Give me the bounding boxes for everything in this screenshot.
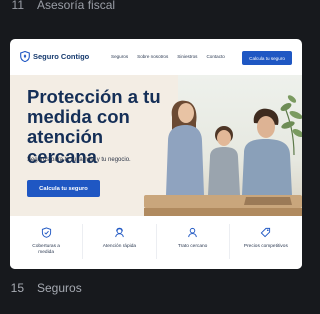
hero-title: Protección a tu medida con atención cerc…	[27, 86, 161, 167]
logo-text: Seguro Contigo	[33, 52, 90, 61]
hero-calcula-button[interactable]: Calcula tu seguro	[27, 180, 100, 197]
feature-coberturas[interactable]: Coberturas a medida	[10, 216, 82, 269]
feature-label: Atención rápida	[102, 244, 137, 249]
nav-link-contacto[interactable]: Contacto	[206, 54, 224, 59]
nav-link-sobre-nosotros[interactable]: Sobre nosotros	[137, 54, 168, 59]
hero-section: Protección a tu medida con atención cerc…	[10, 75, 302, 216]
nav-calcula-button[interactable]: Calcula tu seguro	[242, 51, 292, 65]
list-item-asesoria-fiscal[interactable]: 11 Asesoría fiscal	[0, 0, 313, 14]
feature-label: Precios competitivos	[243, 244, 288, 249]
feature-label: Trato cercano	[177, 244, 208, 249]
feature-precios[interactable]: Precios competitivos	[230, 216, 302, 269]
shield-check-icon	[41, 227, 51, 238]
feature-atencion[interactable]: Atención rápida	[83, 216, 155, 269]
headset-user-icon	[115, 227, 124, 238]
nav-link-seguros[interactable]: Seguros	[111, 54, 128, 59]
list-item-number: 15	[10, 281, 24, 295]
list-item-number: 11	[11, 0, 24, 12]
feature-label: Coberturas a medida	[32, 244, 60, 255]
site-logo[interactable]: Seguro Contigo	[20, 51, 89, 62]
feature-trato[interactable]: Trato cercano	[157, 216, 229, 269]
features-strip: Coberturas a medida Atención rápida Trat…	[10, 216, 302, 269]
hero-subtitle: Seguros para ti, tu familia y tu negocio…	[27, 157, 131, 163]
nav-links: Seguros Sobre nosotros Siniestros Contac…	[111, 54, 225, 59]
shield-logo-icon	[20, 51, 30, 62]
price-tag-icon	[261, 227, 271, 238]
list-item-label: Asesoría fiscal	[37, 0, 116, 12]
list-item-label: Seguros	[37, 281, 82, 295]
website-preview-card[interactable]: Seguro Contigo Seguros Sobre nosotros Si…	[10, 39, 302, 269]
list-item-seguros[interactable]: 15 Seguros	[0, 279, 313, 297]
site-navbar: Seguro Contigo Seguros Sobre nosotros Si…	[10, 39, 302, 75]
nav-link-siniestros[interactable]: Siniestros	[177, 54, 197, 59]
person-icon	[188, 227, 197, 238]
